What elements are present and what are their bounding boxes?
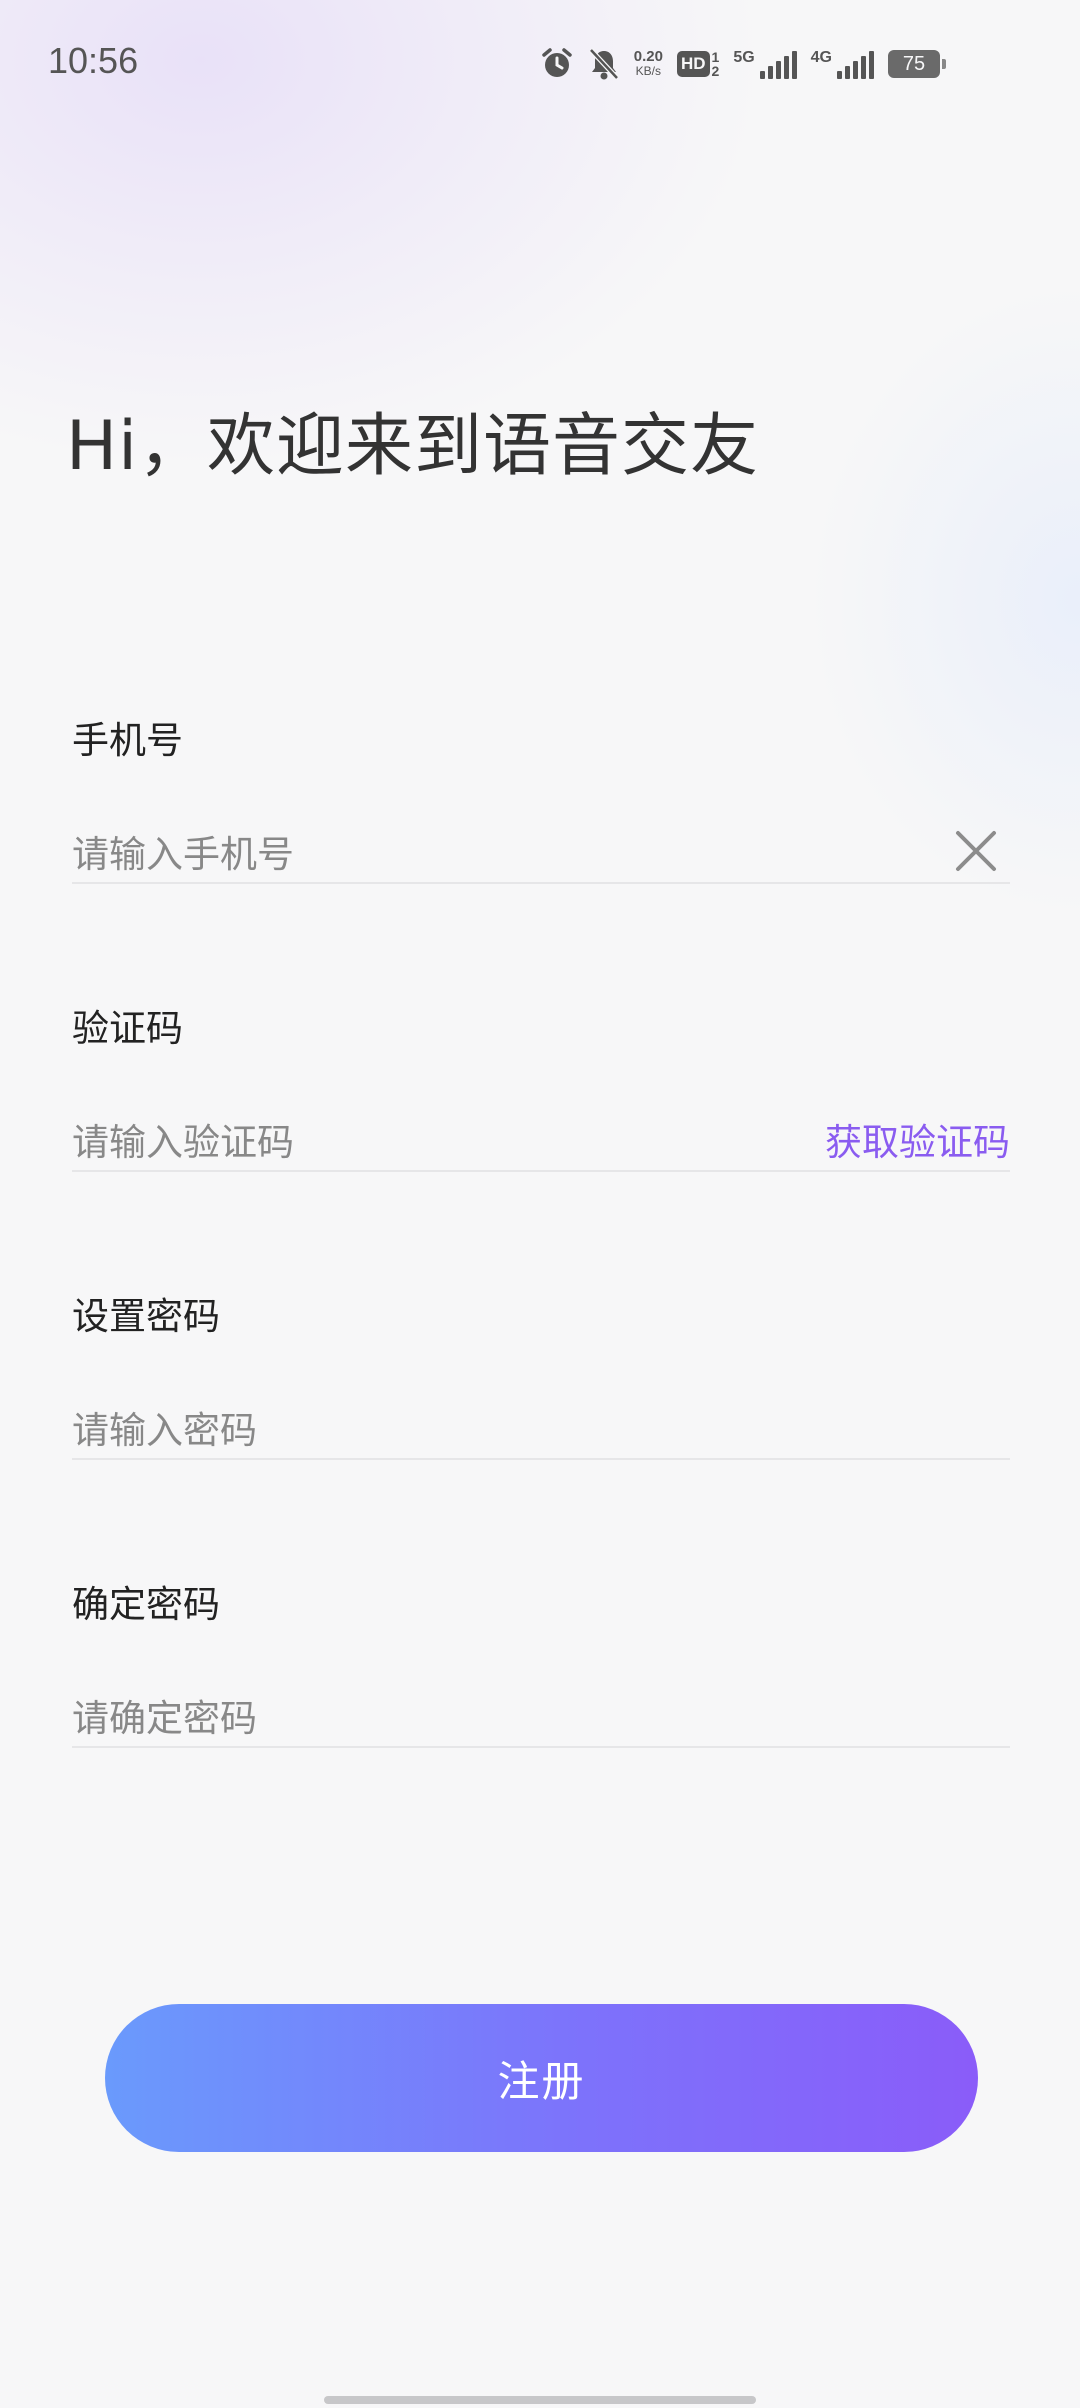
signal-5g-icon: 5G	[733, 49, 797, 79]
password-label: 设置密码	[72, 1295, 220, 1338]
code-placeholder: 请输入验证码	[72, 1121, 294, 1164]
phone-label: 手机号	[72, 719, 183, 762]
status-bar: 10:56 0.20 KB/s HD 1 2 5G 4G 75	[0, 0, 1080, 130]
home-indicator[interactable]	[324, 2396, 756, 2404]
mute-notification-icon	[588, 47, 620, 81]
register-button[interactable]: 注册	[105, 2004, 978, 2152]
confirm-password-label: 确定密码	[72, 1583, 220, 1626]
phone-placeholder: 请输入手机号	[72, 833, 294, 876]
code-input[interactable]: 请输入验证码 获取验证码	[72, 1108, 1010, 1172]
hd-volte-icon: HD 1 2	[676, 50, 719, 78]
signal-4g-icon: 4G	[811, 49, 874, 79]
confirm-password-input[interactable]: 请确定密码	[72, 1684, 1010, 1748]
alarm-icon	[540, 47, 574, 81]
password-placeholder: 请输入密码	[72, 1409, 257, 1452]
status-time: 10:56	[48, 40, 139, 81]
password-input[interactable]: 请输入密码	[72, 1396, 1010, 1460]
confirm-password-placeholder: 请确定密码	[72, 1697, 257, 1740]
close-icon[interactable]	[954, 829, 998, 873]
get-code-button[interactable]: 获取验证码	[825, 1112, 1010, 1166]
battery-icon: 75	[888, 50, 946, 78]
code-label: 验证码	[72, 1007, 183, 1050]
network-speed: 0.20 KB/s	[633, 48, 663, 78]
status-icons: 0.20 KB/s HD 1 2 5G 4G 75	[540, 44, 946, 84]
welcome-title: Hi，欢迎来到语音交友	[66, 407, 760, 486]
phone-input[interactable]: 请输入手机号	[72, 820, 1010, 884]
